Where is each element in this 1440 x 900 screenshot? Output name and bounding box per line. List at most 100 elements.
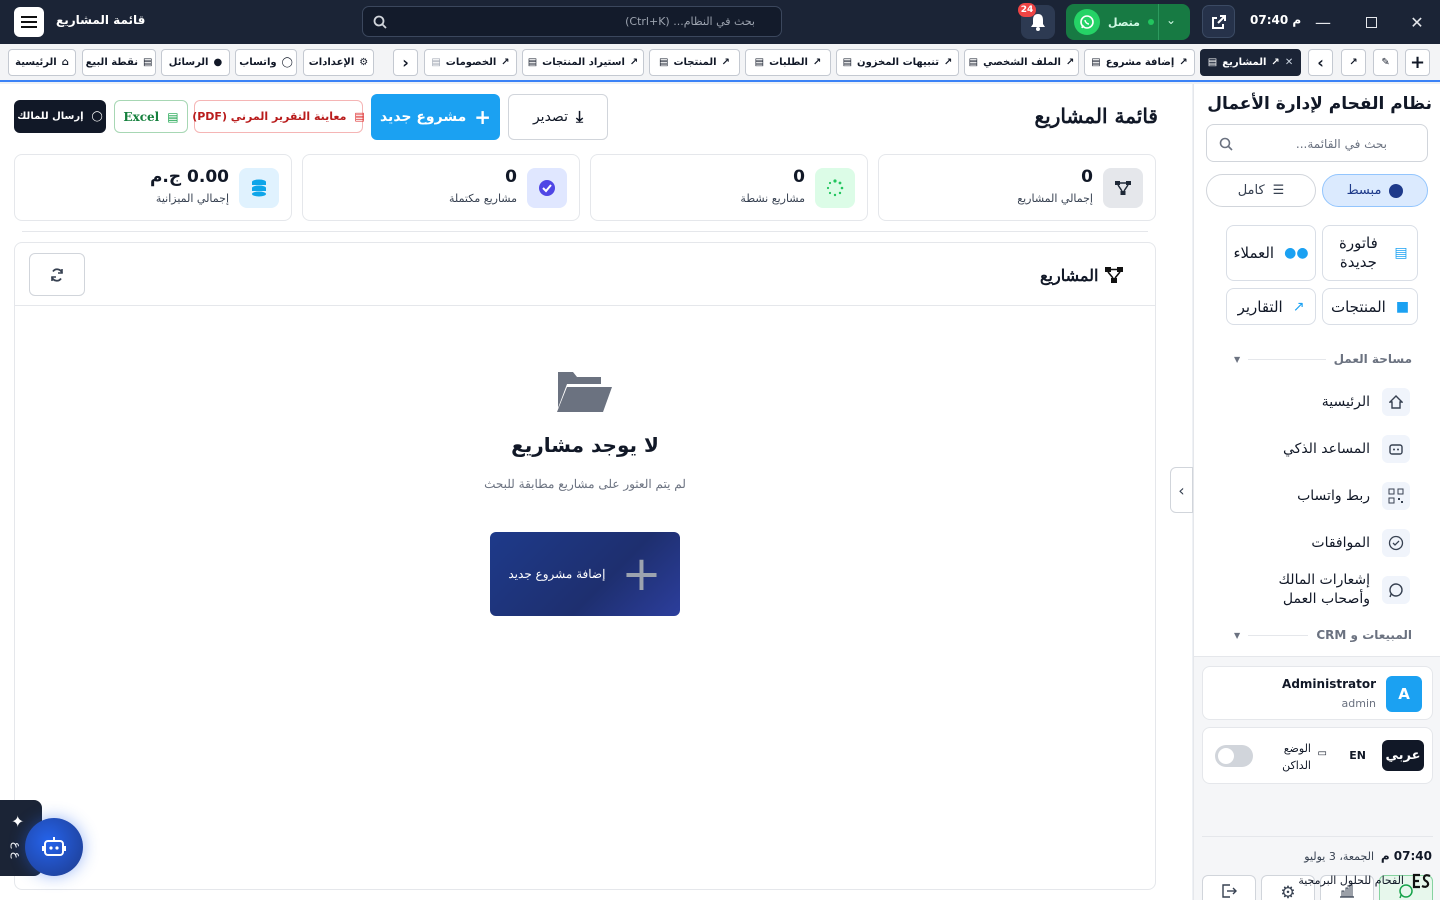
sidebar-item-ai-assistant[interactable]: المساعد الذكي <box>1283 434 1410 464</box>
refresh-icon <box>51 267 63 282</box>
refresh-button[interactable] <box>29 253 85 296</box>
tab-add-project[interactable]: ↗ إضافة مشروع ▤ <box>1084 49 1195 76</box>
tabs-scroll-left-button[interactable]: ‹ <box>393 49 418 76</box>
quick-action-products[interactable]: ■ المنتجات <box>1322 288 1418 325</box>
minimize-icon: — <box>1315 12 1331 32</box>
footer-logout-button[interactable] <box>1202 875 1256 900</box>
sidebar-item-owner-notifications[interactable]: إشعارات المالك وأصحاب العمل <box>1240 572 1410 607</box>
excel-export-button[interactable]: ▤ Excel <box>114 100 188 133</box>
chart-line-icon: ↗ <box>1292 298 1305 315</box>
tabs-scroll-right-button[interactable]: › <box>1308 49 1333 76</box>
tab-projects-active[interactable]: ✕ ↗ المشاريع ▤ <box>1200 49 1301 76</box>
avatar: A <box>1386 676 1422 712</box>
quick-link-settings[interactable]: ⚙ الإعدادات <box>303 49 374 76</box>
section-header-workspace[interactable]: مساحة العمل ▼ <box>1234 352 1412 366</box>
excel-file-icon: ▤ <box>167 109 179 124</box>
menu-icon <box>21 16 37 28</box>
user-card[interactable]: A Administrator admin <box>1202 666 1433 720</box>
ai-assistant-button[interactable] <box>25 818 83 876</box>
external-link-icon: ↗ <box>944 57 953 68</box>
robot-icon <box>1382 435 1410 463</box>
quick-link-whatsapp[interactable]: ◯ واتساب <box>235 49 297 76</box>
diagram-icon <box>1105 267 1124 283</box>
sidebar-collapse-button[interactable]: ‹ <box>1170 467 1193 513</box>
plus-icon: + <box>621 546 662 602</box>
stat-budget-label: إجمالي الميزانية <box>155 192 229 205</box>
check-circle-icon <box>527 168 567 208</box>
panel-title: المشاريع <box>1040 265 1099 285</box>
sidebar-item-approvals[interactable]: الموافقات <box>1311 528 1410 558</box>
file-icon: ▤ <box>842 57 853 68</box>
chevron-down-icon[interactable]: ⌄ <box>1166 13 1176 27</box>
close-icon: ✕ <box>1410 12 1424 32</box>
users-icon: ●● <box>1284 245 1309 261</box>
mode-simple-button[interactable]: مبسط <box>1322 174 1428 207</box>
add-project-button[interactable]: + إضافة مشروع جديد <box>490 532 680 616</box>
home-icon <box>1382 388 1410 416</box>
user-name: Administrator <box>1282 677 1376 691</box>
sidebar-item-home[interactable]: الرئيسية <box>1322 387 1410 417</box>
new-project-button[interactable]: + مشروع جديد <box>371 94 500 140</box>
stat-active-value: 0 <box>793 167 805 187</box>
spinner-icon <box>815 168 855 208</box>
search-icon <box>373 14 387 33</box>
footer-time: 07:40 م <box>1380 849 1432 863</box>
stat-total-value: 0 <box>1081 167 1093 187</box>
chevron-down-icon: ▼ <box>1234 354 1241 364</box>
battery-icon: ▭ <box>1317 748 1327 759</box>
page-title: قائمة المشاريع <box>1034 104 1159 128</box>
global-search-placeholder: بحث في النظام... (Ctrl+K) <box>625 15 755 28</box>
home-icon: ⌂ <box>61 57 69 68</box>
external-link-icon: ↗ <box>812 57 822 68</box>
new-tab-button[interactable]: + <box>1405 49 1430 76</box>
quick-action-new-invoice[interactable]: ▤ فاتورة جديدة <box>1322 225 1418 281</box>
tab-orders[interactable]: ↗ الطلبات ▤ <box>745 49 831 76</box>
lang-english-button[interactable]: EN <box>1349 749 1366 762</box>
tab-bar: ⌂ الرئيسية ▤ نقطة البيع ● الرسائل ◯ واتساب ⚙… <box>0 44 1440 82</box>
stat-card-active: 0 مشاريع نشطة <box>590 154 868 221</box>
tab-import-products[interactable]: ↗ استيراد المنتجات ▤ <box>522 49 644 76</box>
close-button[interactable]: ✕ <box>1399 7 1435 37</box>
robot-icon <box>42 837 66 856</box>
lang-arabic-button[interactable]: عربي <box>1382 740 1424 771</box>
open-external-button[interactable] <box>1202 5 1235 38</box>
tab-profile[interactable]: ↗ الملف الشخصي ▤ <box>964 49 1079 76</box>
dark-mode-toggle[interactable] <box>1215 745 1253 767</box>
global-search-input[interactable]: بحث في النظام... (Ctrl+K) <box>362 6 782 37</box>
maximize-button[interactable] <box>1353 7 1389 37</box>
sidebar-item-whatsapp-link[interactable]: ربط واتساب <box>1297 481 1410 511</box>
close-icon[interactable]: ✕ <box>1285 57 1293 68</box>
export-button[interactable]: ⤓ تصدير <box>508 94 608 140</box>
send-to-owner-button[interactable]: ◯ إرسال للمالك <box>14 100 106 133</box>
hamburger-menu-button[interactable] <box>14 7 44 37</box>
open-in-window-button[interactable]: ↗ <box>1341 49 1366 76</box>
mode-full-button[interactable]: ☰ كامل <box>1206 174 1316 207</box>
online-dot <box>1147 19 1154 25</box>
quick-action-customers[interactable]: ●● العملاء <box>1226 225 1316 281</box>
whatsapp-icon: ◯ <box>91 111 103 122</box>
tab-stock-alerts[interactable]: ↗ تنبيهات المخزون ▤ <box>836 49 959 76</box>
external-link-icon: ↗ <box>1349 57 1358 68</box>
whatsapp-status-text: متصل <box>1108 15 1140 29</box>
whatsapp-icon: ◯ <box>281 57 293 68</box>
clock-time: 07:40 م <box>1250 13 1302 27</box>
tab-discounts[interactable]: ↗ الخصومات ▤ <box>424 49 517 76</box>
whatsapp-status-button[interactable]: متصل ⌄ <box>1066 4 1190 40</box>
tab-products[interactable]: ↗ المنتجات ▤ <box>649 49 740 76</box>
folder-open-icon <box>555 368 613 414</box>
quick-action-reports[interactable]: ↗ التقارير <box>1226 288 1316 325</box>
file-icon: ▤ <box>431 57 441 68</box>
pdf-report-button[interactable]: ▤ معاينة التقرير المرني (PDF) <box>192 100 365 133</box>
file-icon: ▤ <box>527 57 538 68</box>
sidebar-search-input[interactable]: بحث في القائمة... <box>1206 124 1428 162</box>
clear-tabs-button[interactable]: ✎ <box>1373 49 1398 76</box>
stat-total-label: إجمالي المشاريع <box>1017 192 1093 205</box>
external-link-icon: ↗ <box>1065 57 1075 68</box>
minimize-button[interactable]: — <box>1305 7 1341 37</box>
quick-link-home[interactable]: ⌂ الرئيسية <box>8 49 76 76</box>
section-header-sales[interactable]: المبيعات و CRM ▼ <box>1234 628 1412 642</box>
footer-company: الفحام للحلول البرمجية <box>1298 874 1404 887</box>
quick-link-pos[interactable]: ▤ نقطة البيع <box>82 49 156 76</box>
stat-active-label: مشاريع نشطة <box>740 192 805 205</box>
quick-link-messages[interactable]: ● الرسائل <box>161 49 230 76</box>
